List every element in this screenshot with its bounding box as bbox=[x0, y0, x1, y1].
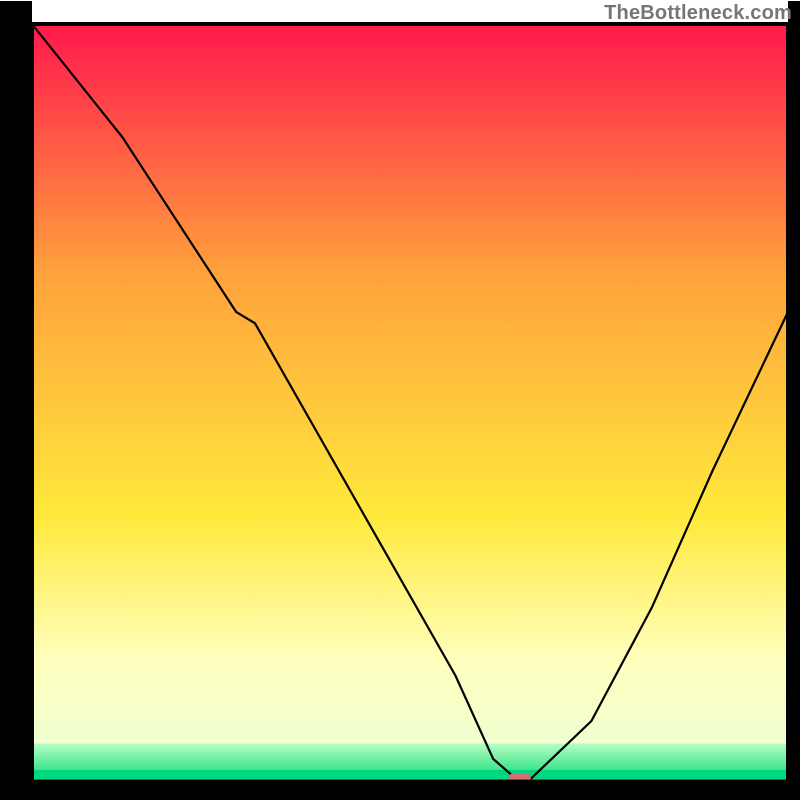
margin-left bbox=[0, 0, 32, 800]
watermark-text: TheBottleneck.com bbox=[604, 2, 792, 25]
chart-background bbox=[32, 24, 788, 782]
chart-container: TheBottleneck.com bbox=[0, 0, 800, 800]
margin-bottom bbox=[0, 782, 800, 800]
margin-right bbox=[788, 0, 800, 800]
margin-top bbox=[0, 0, 800, 1]
bottleneck-chart bbox=[0, 0, 800, 800]
